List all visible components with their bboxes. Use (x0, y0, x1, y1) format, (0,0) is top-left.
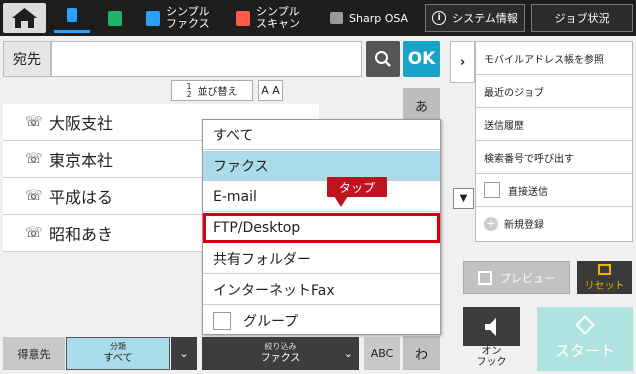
on-hook-label: オン フック (476, 346, 507, 368)
nav-simple-fax[interactable]: シンプル ファクス (146, 3, 226, 33)
nav-simple-scan[interactable]: シンプル スキャン (236, 3, 316, 33)
destination-label: 宛先 (3, 41, 51, 77)
kana-index-bottom[interactable]: わ (403, 336, 440, 370)
speaker-icon (484, 317, 496, 336)
action-recent-jobs[interactable]: 最近のジョブ (476, 75, 632, 108)
plus-icon: + (484, 216, 498, 231)
job-status-button[interactable]: ジョブ状況 (531, 4, 633, 32)
dropdown-item-shared-folder[interactable]: 共有フォルダー (203, 244, 440, 274)
nav-sharp-osa[interactable]: Sharp OSA (330, 3, 420, 33)
osa-icon (330, 12, 343, 24)
preview-label: プレビュー (500, 271, 555, 285)
dropdown-item-all[interactable]: すべて (203, 120, 440, 150)
fax-icon (146, 10, 160, 26)
action-mobile-address-book[interactable]: モバイルアドレス帳を参照 (476, 42, 632, 75)
sort-label: 並び替え (197, 87, 238, 98)
filter-caption: 絞り込み (264, 341, 297, 351)
tab-contacts[interactable] (104, 3, 126, 33)
reset-button[interactable]: リセット (577, 261, 632, 294)
group-checkbox[interactable] (213, 312, 231, 330)
address-book-icon (67, 8, 77, 22)
chevron-down-icon: ⌄ (343, 347, 353, 360)
home-button[interactable] (3, 3, 46, 33)
contacts-icon (108, 10, 122, 26)
abc-index-button[interactable]: ABC (364, 337, 400, 370)
phone-icon: ☏ (25, 151, 43, 167)
contact-name: 平成はる (49, 188, 114, 207)
tab-address-book[interactable] (54, 0, 90, 33)
contact-name: 大阪支社 (49, 114, 114, 133)
info-icon: i (432, 11, 447, 25)
tap-callout: タップ (327, 177, 387, 197)
favorites-button[interactable]: 得意先 (3, 337, 65, 370)
dropdown-item-email[interactable]: E-mail (203, 182, 440, 212)
contact-name: 東京本社 (49, 151, 114, 170)
search-button[interactable] (366, 41, 400, 77)
ok-button[interactable]: OK (403, 41, 440, 77)
category-caption: 分類 (110, 341, 126, 351)
sort-icon: 1 2 (186, 81, 192, 99)
dropdown-item-ftp-desktop[interactable]: FTP/Desktop (203, 213, 440, 243)
action-search-number[interactable]: 検索番号で呼び出す (476, 141, 632, 174)
phone-icon: ☏ (25, 188, 43, 204)
job-status-label: ジョブ状況 (554, 12, 610, 25)
action-send-history[interactable]: 送信履歴 (476, 108, 632, 141)
action-panel: モバイルアドレス帳を参照 最近のジョブ 送信履歴 検索番号で呼び出す 直接送信 … (475, 41, 633, 242)
system-info-button[interactable]: i システム情報 (425, 4, 525, 32)
dropdown-item-internet-fax[interactable]: インターネットFax (203, 275, 440, 305)
panel-scroll-button[interactable]: ▼ (453, 188, 474, 209)
simple-fax-label: シンプル ファクス (166, 5, 210, 30)
tap-callout-pointer (334, 196, 348, 207)
font-size-button[interactable]: A A (258, 80, 283, 101)
start-button[interactable]: スタート (537, 307, 633, 371)
new-registration-label: 新規登録 (504, 220, 544, 231)
group-label: グループ (243, 314, 299, 330)
scan-icon (236, 10, 250, 26)
simple-scan-label: シンプル スキャン (256, 5, 300, 30)
preview-button[interactable]: プレビュー (463, 261, 570, 294)
chevron-right-icon: › (459, 54, 466, 70)
phone-icon: ☏ (25, 114, 43, 130)
chevron-down-icon: ⌄ (179, 347, 189, 360)
action-new-registration[interactable]: + 新規登録 (476, 207, 632, 240)
start-icon (575, 314, 595, 335)
search-icon (375, 51, 391, 67)
category-select[interactable]: 分類 すべて (66, 337, 170, 370)
direct-send-label: 直接送信 (508, 186, 548, 198)
chevron-down-icon: ▼ (459, 193, 468, 204)
reset-label: リセット (584, 280, 625, 292)
start-label: スタート (554, 341, 615, 360)
home-icon (12, 8, 37, 28)
phone-icon: ☏ (25, 225, 43, 241)
system-info-label: システム情報 (452, 12, 518, 25)
category-dropdown-button[interactable]: ⌄ (171, 337, 197, 370)
panel-toggle-button[interactable]: › (450, 41, 475, 83)
dropdown-item-fax[interactable]: ファクス (203, 151, 440, 181)
kana-index-top[interactable]: あ (403, 88, 440, 122)
category-value: すべて (103, 352, 133, 364)
action-direct-send[interactable]: 直接送信 (476, 174, 632, 207)
sort-button[interactable]: 1 2 並び替え (171, 80, 253, 101)
on-hook-button[interactable] (463, 307, 520, 346)
contact-name: 昭和あき (49, 225, 114, 244)
destination-input[interactable] (51, 41, 362, 77)
filter-select[interactable]: 絞り込み ファクス ⌄ (202, 337, 359, 370)
preview-icon (478, 270, 492, 285)
direct-send-checkbox[interactable] (484, 182, 500, 198)
filter-dropdown-menu: すべて ファクス E-mail FTP/Desktop 共有フォルダー インター… (202, 119, 441, 335)
dropdown-item-group[interactable]: グループ (203, 306, 440, 336)
reset-icon (598, 263, 611, 275)
sharp-osa-label: Sharp OSA (349, 11, 409, 25)
filter-value: ファクス (260, 352, 301, 364)
